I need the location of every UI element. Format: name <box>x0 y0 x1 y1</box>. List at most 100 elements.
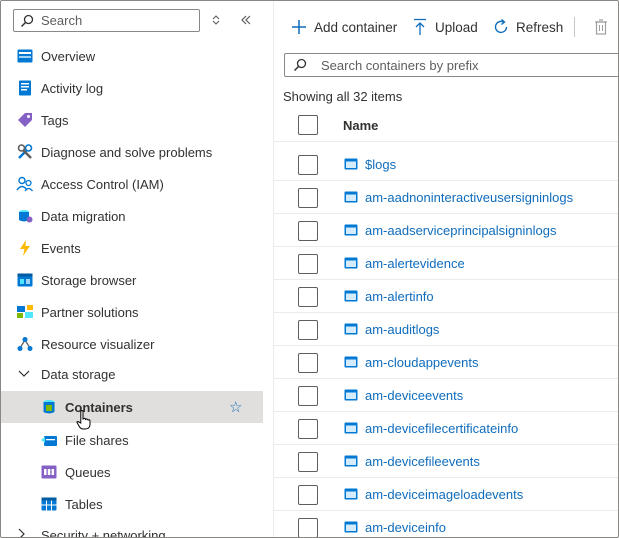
container-icon <box>344 323 358 335</box>
table-row[interactable]: am-deviceevents <box>274 379 618 412</box>
container-name-link[interactable]: am-cloudappevents <box>365 355 478 370</box>
container-name-link[interactable]: am-deviceimageloadevents <box>365 487 523 502</box>
sidebar-item-containers[interactable]: Containers ☆ <box>1 391 263 430</box>
storage-browser-icon <box>16 271 34 289</box>
sidebar-item-access-control[interactable]: Access Control (IAM) <box>1 168 263 200</box>
table-row[interactable]: $logs <box>274 148 618 181</box>
window-frame: Search Overview Activity log Tags Diagno… <box>0 0 619 538</box>
container-name-link[interactable]: am-aadnoninteractiveusersigninlogs <box>365 190 573 205</box>
overview-icon <box>16 47 34 65</box>
sidebar: Search Overview Activity log Tags Diagno… <box>1 1 263 537</box>
sidebar-item-partner-solutions[interactable]: Partner solutions <box>1 296 263 328</box>
sidebar-item-file-shares[interactable]: File shares <box>1 424 263 456</box>
row-checkbox[interactable] <box>298 155 318 175</box>
table-row[interactable]: am-devicefileevents <box>274 445 618 478</box>
sidebar-item-label: Overview <box>41 48 96 64</box>
row-checkbox[interactable] <box>298 518 318 537</box>
toolbar-divider <box>574 17 575 37</box>
table-row[interactable]: am-aadnoninteractiveusersigninlogs <box>274 181 618 214</box>
select-all-checkbox[interactable] <box>298 115 318 135</box>
container-name-link[interactable]: am-alertevidence <box>365 256 465 271</box>
people-icon <box>16 175 34 193</box>
sidebar-item-activity-log[interactable]: Activity log <box>1 72 263 104</box>
upload-icon <box>411 18 429 36</box>
row-checkbox[interactable] <box>298 353 318 373</box>
refresh-label: Refresh <box>516 19 564 35</box>
row-checkbox[interactable] <box>298 287 318 307</box>
row-checkbox[interactable] <box>298 320 318 340</box>
container-name-link[interactable]: am-aadserviceprincipalsigninlogs <box>365 223 556 238</box>
container-name-link[interactable]: am-alertinfo <box>365 289 434 304</box>
container-prefix-search-input[interactable]: Search containers by prefix <box>284 53 618 77</box>
refresh-button[interactable]: Refresh <box>492 15 563 39</box>
trash-icon <box>592 18 610 36</box>
container-icon <box>344 422 358 434</box>
data-migration-icon <box>16 207 34 225</box>
container-name-link[interactable]: am-devicefilecertificateinfo <box>365 421 518 436</box>
sidebar-item-events[interactable]: Events <box>1 232 263 264</box>
sidebar-search-input[interactable]: Search <box>13 9 200 32</box>
container-icon <box>344 356 358 368</box>
search-icon <box>293 58 307 72</box>
add-container-button[interactable]: Add container <box>290 15 397 39</box>
table-row[interactable]: am-auditlogs <box>274 313 618 346</box>
row-checkbox[interactable] <box>298 452 318 472</box>
container-name-link[interactable]: am-devicefileevents <box>365 454 480 469</box>
table-header: Name <box>274 109 618 142</box>
sidebar-item-label: Tables <box>65 496 103 512</box>
container-icon <box>344 521 358 533</box>
table-row[interactable]: am-devicefilecertificateinfo <box>274 412 618 445</box>
table-row[interactable]: am-cloudappevents <box>274 346 618 379</box>
sidebar-item-queues[interactable]: Queues <box>1 456 263 488</box>
container-name-link[interactable]: am-deviceinfo <box>365 520 446 535</box>
table-row[interactable]: am-deviceinfo <box>274 511 618 537</box>
table-row[interactable]: am-alertevidence <box>274 247 618 280</box>
sidebar-search-placeholder: Search <box>41 13 83 28</box>
upload-button[interactable]: Upload <box>411 15 478 39</box>
tag-icon <box>16 111 34 129</box>
name-column-header[interactable]: Name <box>343 118 378 133</box>
sidebar-group-data-storage[interactable]: Data storage <box>1 358 263 390</box>
sidebar-item-label: Tags <box>41 112 69 128</box>
sidebar-item-diagnose[interactable]: Diagnose and solve problems <box>1 136 263 168</box>
sidebar-item-label: Queues <box>65 464 111 480</box>
refresh-icon <box>492 18 510 36</box>
expand-collapse-icon[interactable] <box>208 11 224 29</box>
sidebar-item-overview[interactable]: Overview <box>1 40 263 72</box>
search-icon <box>20 14 34 27</box>
table-row[interactable]: am-aadserviceprincipalsigninlogs <box>274 214 618 247</box>
visualizer-icon <box>16 335 34 353</box>
row-checkbox[interactable] <box>298 386 318 406</box>
container-icon <box>344 257 358 269</box>
sidebar-group-security[interactable]: Security + networking <box>1 519 263 537</box>
row-checkbox[interactable] <box>298 419 318 439</box>
main-content: Add container Upload Refresh Search cont… <box>273 1 618 537</box>
table-row[interactable]: am-deviceimageloadevents <box>274 478 618 511</box>
sidebar-item-storage-browser[interactable]: Storage browser <box>1 264 263 296</box>
container-icon <box>344 158 358 170</box>
sidebar-item-label: Access Control (IAM) <box>41 176 164 192</box>
sidebar-item-data-migration[interactable]: Data migration <box>1 200 263 232</box>
container-name-link[interactable]: am-deviceevents <box>365 388 463 403</box>
sidebar-item-label: Storage browser <box>41 272 137 288</box>
container-icon <box>344 191 358 203</box>
item-count: Showing all 32 items <box>283 89 403 104</box>
sidebar-item-tables[interactable]: Tables <box>1 488 263 520</box>
delete-button[interactable] <box>592 15 616 39</box>
row-checkbox[interactable] <box>298 485 318 505</box>
collapse-sidebar-icon[interactable] <box>238 11 254 29</box>
table-row[interactable]: am-alertinfo <box>274 280 618 313</box>
row-checkbox[interactable] <box>298 188 318 208</box>
prefix-search-placeholder: Search containers by prefix <box>321 57 479 73</box>
container-name-link[interactable]: am-auditlogs <box>365 322 439 337</box>
sidebar-item-label: Diagnose and solve problems <box>41 144 213 160</box>
row-checkbox[interactable] <box>298 254 318 274</box>
sidebar-item-tags[interactable]: Tags <box>1 104 263 136</box>
container-icon <box>344 488 358 500</box>
star-icon[interactable]: ☆ <box>229 398 242 416</box>
chevron-down-icon <box>18 367 30 381</box>
container-icon <box>344 455 358 467</box>
container-name-link[interactable]: $logs <box>365 157 396 172</box>
sidebar-item-resource-visualizer[interactable]: Resource visualizer <box>1 328 263 360</box>
row-checkbox[interactable] <box>298 221 318 241</box>
